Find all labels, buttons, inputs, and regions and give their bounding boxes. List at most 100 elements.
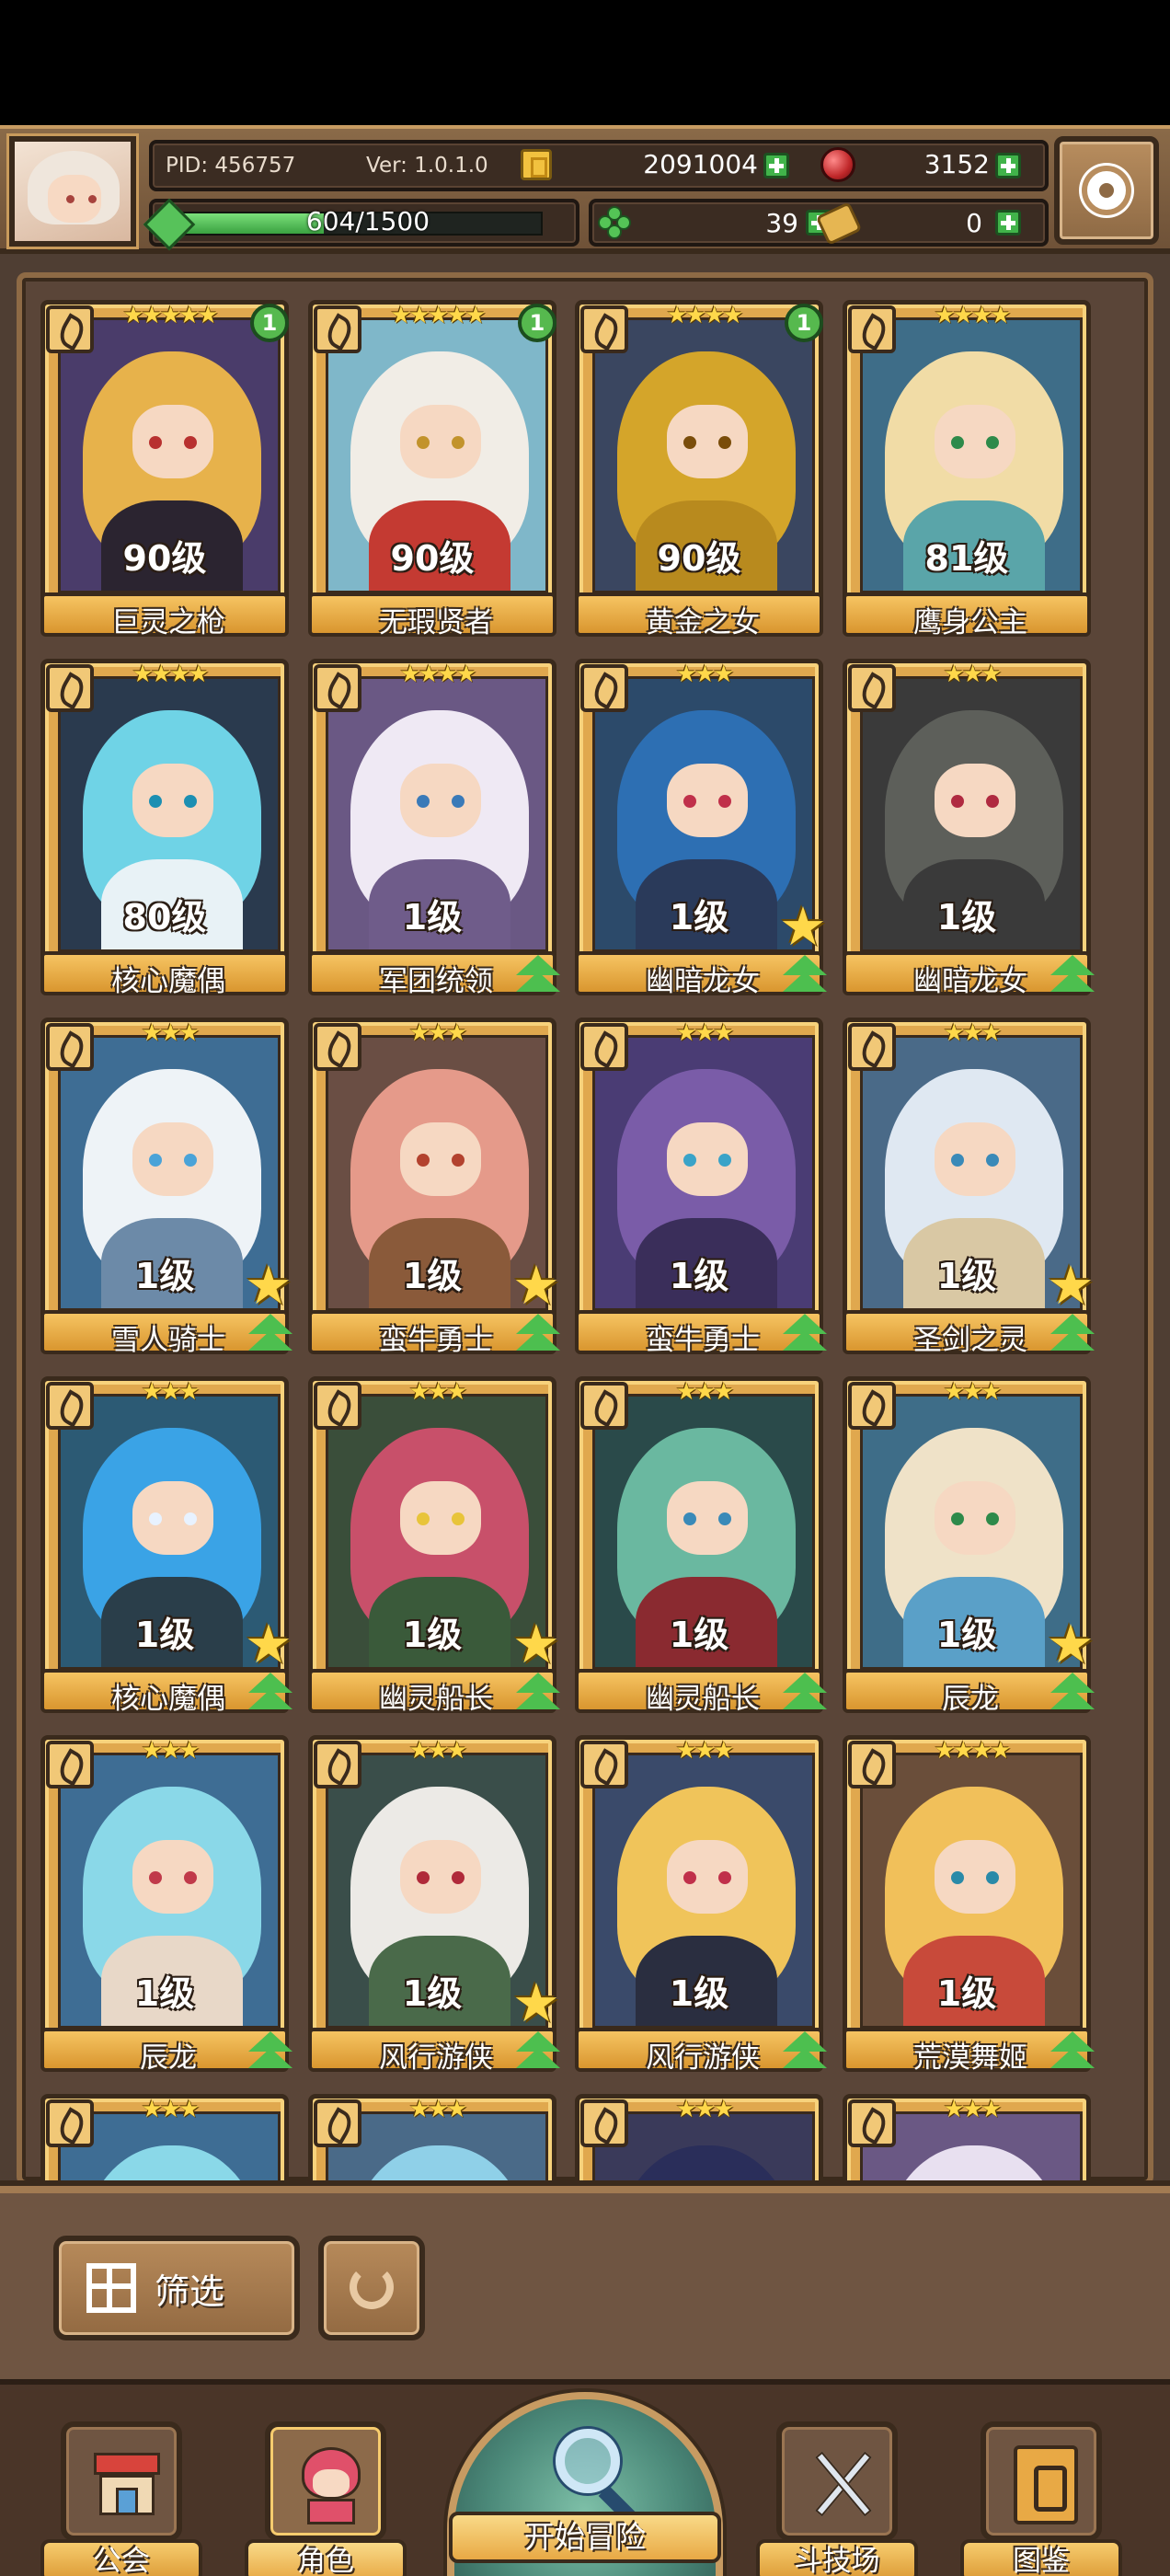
gear-icon <box>1087 171 1126 210</box>
hero-level: 90级 <box>657 538 741 579</box>
level-up-arrow-icon <box>245 1314 294 1360</box>
level-up-arrow-icon <box>1047 955 1096 1001</box>
star-upgrade-icon: ★ <box>512 1972 560 2034</box>
add-ticket-button[interactable] <box>995 210 1021 236</box>
rarity-stars: ★★★ <box>943 2096 1003 2123</box>
add-gold-button[interactable] <box>763 153 789 178</box>
class-icon <box>848 1023 896 1071</box>
hero-card-partial[interactable]: ★★★ <box>40 2094 289 2180</box>
hero-card-partial[interactable]: ★★★ <box>843 2094 1091 2180</box>
hero-card[interactable]: ★★★ 1级 ★ 雪人骑士 <box>40 1018 292 1360</box>
hero-card[interactable]: ★★★ 1级 ★ 圣剑之灵 <box>843 1018 1095 1360</box>
hero-card[interactable]: ★★★ 1级 风行游侠 <box>575 1735 827 2077</box>
hero-card[interactable]: ★★★ 1级 辰龙 <box>40 1735 292 2077</box>
hero-name: 核心魔偶 <box>111 965 225 998</box>
level-up-arrow-icon <box>245 2031 294 2077</box>
rarity-stars: ★★★★ <box>666 302 743 329</box>
hero-card[interactable]: ★★★★ 1级 军团统领 <box>308 659 560 1001</box>
hero-name-plate: 鹰身公主 <box>843 592 1091 639</box>
rarity-stars: ★★★ <box>408 1737 468 1765</box>
rarity-stars: ★★★★ <box>934 1737 1011 1765</box>
notification-badge: 1 <box>250 304 289 342</box>
rarity-stars: ★★★ <box>943 1378 1003 1406</box>
info-bar: PID: 456757 Ver: 1.0.1.0 2091004 3152 <box>149 140 1049 191</box>
hero-card[interactable]: ★★★ 1级 ★ 风行游侠 <box>308 1735 560 2077</box>
magnifier-icon <box>556 2429 620 2493</box>
class-icon <box>580 305 628 353</box>
notification-badge: 1 <box>785 304 823 342</box>
gem-amount: 3152 <box>923 149 990 179</box>
rarity-stars: ★★★★★ <box>390 302 487 329</box>
hero-card[interactable]: ★★★★★ 1 90级 无瑕贤者 <box>308 300 556 642</box>
hero-name: 鹰身公主 <box>913 606 1027 639</box>
hero-card[interactable]: ★★★ 1级 ★ 幽暗龙女 <box>575 659 827 1001</box>
settings-button[interactable] <box>1054 136 1159 245</box>
star-upgrade-icon: ★ <box>779 895 827 958</box>
codex-book-icon <box>1014 2445 1078 2524</box>
notification-badge: 1 <box>518 304 556 342</box>
nav-label-guild: 公会 <box>40 2539 202 2576</box>
player-avatar[interactable] <box>6 133 139 249</box>
hero-level: 1级 <box>669 1973 729 2014</box>
filter-button[interactable]: 筛选 <box>53 2236 300 2340</box>
level-up-arrow-icon <box>512 1314 562 1360</box>
rarity-stars: ★★★ <box>408 1019 468 1047</box>
class-icon <box>46 1382 94 1430</box>
roster-panel: ★★★★★ 1 90级 巨灵之枪 ★★★★★ 1 90级 无瑕贤者 ★★★★ 1 90级 黄金之女 ★★… <box>0 254 1170 2186</box>
guild-hall-icon <box>94 2453 160 2519</box>
hero-card[interactable]: ★★★ 1级 幽灵船长 <box>575 1376 827 1719</box>
hero-level: 1级 <box>936 897 997 937</box>
star-upgrade-icon: ★ <box>512 1254 560 1317</box>
class-icon <box>848 1741 896 1788</box>
class-icon <box>46 1741 94 1788</box>
hero-level: 90级 <box>390 538 475 579</box>
class-icon <box>314 2099 361 2147</box>
hero-card-partial[interactable]: ★★★ <box>308 2094 556 2180</box>
hero-name-plate: 核心魔偶 <box>40 951 289 998</box>
class-icon <box>580 2099 628 2147</box>
hero-card-partial[interactable]: ★★★ <box>575 2094 823 2180</box>
rarity-stars: ★★★ <box>141 1378 201 1406</box>
hero-card[interactable]: ★★★★ 1 90级黄金之女 <box>575 300 823 642</box>
level-up-arrow-icon <box>779 1314 829 1360</box>
class-icon <box>46 2099 94 2147</box>
player-id: PID: 456757 <box>166 154 296 178</box>
rarity-stars: ★★★ <box>943 661 1003 688</box>
hero-card[interactable]: ★★★ 1级 ★ 辰龙 <box>843 1376 1095 1719</box>
nav-tab-guild[interactable]: 公会 <box>40 2421 202 2576</box>
class-icon <box>848 1382 896 1430</box>
star-upgrade-icon: ★ <box>245 1254 292 1317</box>
hero-card[interactable]: ★★★ 1级 ★ 蛮牛勇士 <box>308 1018 560 1360</box>
hero-card[interactable]: ★★★ 1级 ★ 幽灵船长 <box>308 1376 560 1719</box>
star-upgrade-icon: ★ <box>512 1613 560 1675</box>
nav-tab-characters[interactable]: 角色 <box>245 2421 407 2576</box>
class-icon <box>46 1023 94 1071</box>
class-icon <box>314 1382 361 1430</box>
level-up-arrow-icon <box>1047 1314 1096 1360</box>
level-up-arrow-icon <box>512 2031 562 2077</box>
filter-label: 筛选 <box>155 2271 225 2312</box>
rarity-stars: ★★★ <box>675 2096 735 2123</box>
hero-name-plate: 黄金之女 <box>575 592 823 639</box>
nav-tab-codex[interactable]: 图鉴 <box>960 2421 1122 2576</box>
hero-card[interactable]: ★★★ 1级 幽暗龙女 <box>843 659 1095 1001</box>
refresh-button[interactable] <box>318 2236 425 2340</box>
hero-card[interactable]: ★★★★★ 1 90级 巨灵之枪 <box>40 300 289 642</box>
level-up-arrow-icon <box>512 955 562 1001</box>
roster-controls: 筛选 <box>0 2186 1170 2379</box>
class-icon <box>848 305 896 353</box>
hero-card[interactable]: ★★★★ 80级 核心魔偶 <box>40 659 289 1001</box>
crossed-swords-icon <box>813 2445 872 2523</box>
hero-level: 80级 <box>122 897 207 937</box>
experience-bar: 604/1500 <box>143 198 579 251</box>
start-adventure-button[interactable]: 开始冒险 <box>447 2392 723 2576</box>
add-gems-button[interactable] <box>995 153 1021 178</box>
hero-card[interactable]: ★★★ 1级 蛮牛勇士 <box>575 1018 827 1360</box>
hero-card[interactable]: ★★★★ 1级 荒漠舞姬 <box>843 1735 1095 2077</box>
hero-card[interactable]: ★★★★ 81级 鹰身公主 <box>843 300 1091 642</box>
player-header: PID: 456757 Ver: 1.0.1.0 2091004 3152 60… <box>0 125 1170 254</box>
level-up-arrow-icon <box>1047 1673 1096 1719</box>
hero-card[interactable]: ★★★ 1级 ★ 核心魔偶 <box>40 1376 292 1719</box>
nav-tab-arena[interactable]: 斗技场 <box>756 2421 918 2576</box>
refresh-icon <box>350 2265 394 2309</box>
